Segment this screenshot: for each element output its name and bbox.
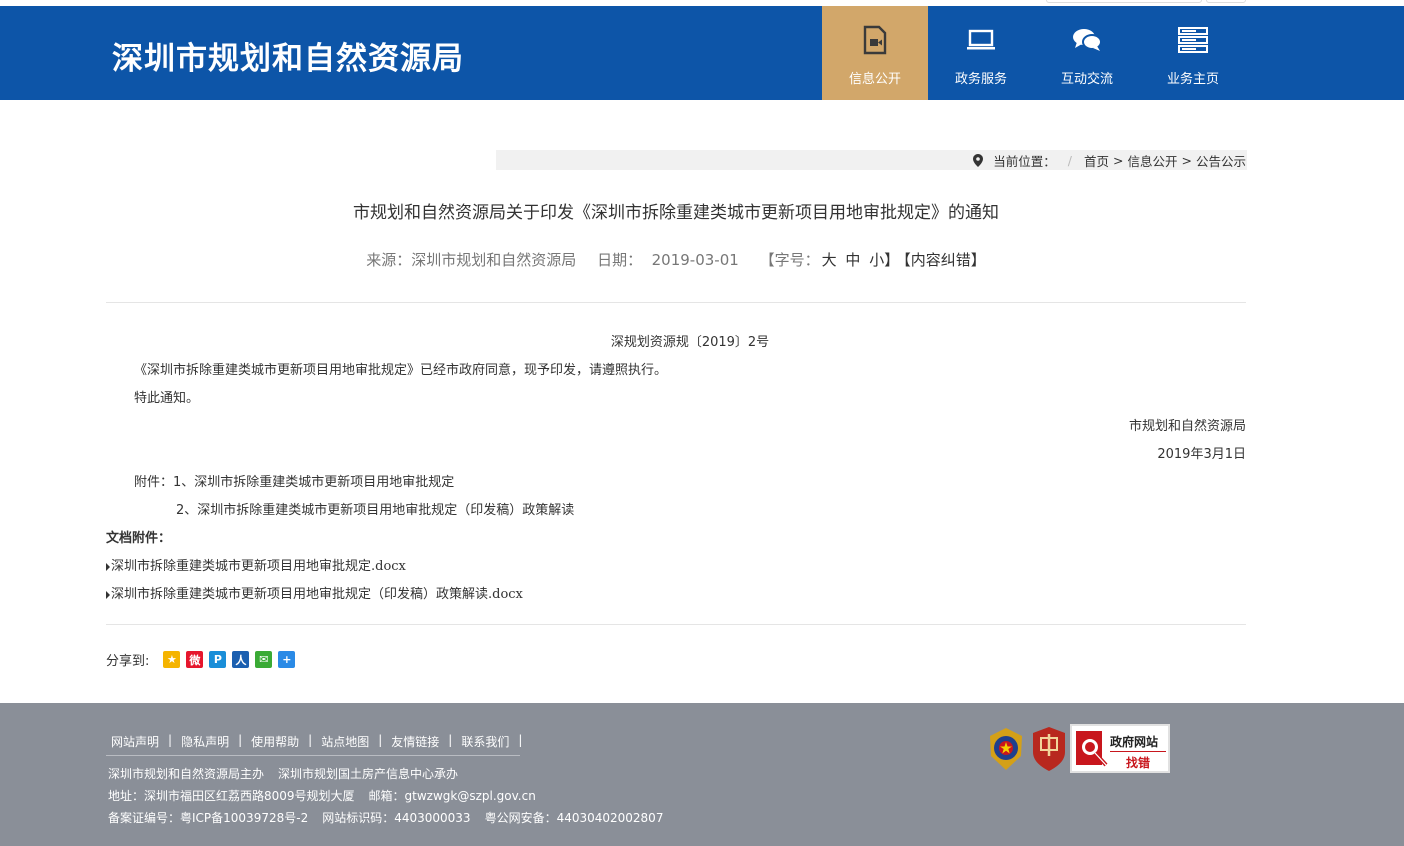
article-meta: 来源：深圳市规划和自然资源局 日期： 2019-03-01 【字号：大 中 小】… bbox=[0, 249, 1352, 270]
footer-link-separator: | bbox=[518, 733, 523, 747]
nav-label: 信息公开 bbox=[848, 72, 901, 87]
signature-org: 市规划和自然资源局 bbox=[1128, 419, 1246, 434]
footer-link[interactable]: 使用帮助 bbox=[246, 733, 304, 750]
magnifier-icon bbox=[1075, 729, 1109, 769]
nav-label: 政务服务 bbox=[954, 72, 1007, 87]
attachment-line: 附件：1、深圳市拆除重建类城市更新项目用地审批规定 bbox=[134, 475, 455, 490]
main-nav: 信息公开 政务服务 互动交流 业务主页 bbox=[822, 6, 1246, 100]
gov-badge-subtitle: 找错 bbox=[1110, 751, 1166, 771]
footer-registration-row: 备案证编号：粤ICP备10039728号-2 网站标识码：4403000033 粤公… bbox=[108, 809, 677, 826]
footer-links: 网站声明 | 隐私声明 | 使用帮助 | 站点地图 | 友情链接 | 联系我们 | bbox=[106, 733, 526, 750]
wechat-icon[interactable]: ✉ bbox=[255, 651, 273, 668]
article-source: 来源：深圳市规划和自然资源局 bbox=[366, 251, 577, 269]
nav-label: 互动交流 bbox=[1060, 72, 1113, 87]
signature-date: 2019年3月1日 bbox=[1157, 447, 1246, 462]
body-paragraph: 《深圳市拆除重建类城市更新项目用地审批规定》已经市政府同意，现予印发，请遵照执行… bbox=[134, 363, 668, 378]
attachment-line: 2、深圳市拆除重建类城市更新项目用地审批规定（印发稿）政策解读 bbox=[176, 503, 575, 518]
file-name[interactable]: 深圳市拆除重建类城市更新项目用地审批规定.docx bbox=[111, 559, 406, 574]
breadcrumb-separator: / bbox=[1067, 152, 1072, 168]
attachment-file-link[interactable]: 深圳市拆除重建类城市更新项目用地审批规定（印发稿）政策解读.docx bbox=[106, 583, 523, 602]
article-date: 日期： 2019-03-01 bbox=[597, 251, 739, 269]
renren-icon[interactable]: 人 bbox=[232, 651, 250, 668]
footer-link-separator: | bbox=[448, 733, 453, 747]
nav-item-info-disclosure[interactable]: 信息公开 bbox=[822, 6, 928, 100]
footer-email: 邮箱：gtwzwgk@szpl.gov.cn bbox=[368, 789, 536, 803]
breadcrumb-home[interactable]: 首页 bbox=[1084, 151, 1109, 170]
qzone-icon[interactable]: ★ bbox=[163, 651, 181, 668]
document-number: 深规划资源规〔2019〕2号 bbox=[610, 335, 770, 350]
share-label: 分享到: bbox=[106, 654, 150, 669]
breadcrumb-info-disclosure[interactable]: 信息公开 bbox=[1127, 151, 1177, 170]
laptop-icon bbox=[964, 23, 998, 57]
breadcrumb-gt: > bbox=[1113, 152, 1124, 168]
footer-link[interactable]: 联系我们 bbox=[456, 733, 514, 750]
article-title: 市规划和自然资源局关于印发《深圳市拆除重建类城市更新项目用地审批规定》的通知 bbox=[353, 203, 999, 223]
footer-link-separator: | bbox=[308, 733, 313, 747]
gov-site-error-report-badge[interactable]: 政府网站 找错 bbox=[1070, 724, 1170, 773]
content-correction-link[interactable]: 【内容纠错】 bbox=[903, 251, 986, 269]
body-paragraph: 特此通知。 bbox=[134, 391, 200, 406]
weibo-icon[interactable]: 微 bbox=[186, 651, 204, 668]
nav-item-gov-services[interactable]: 政务服务 bbox=[928, 6, 1034, 100]
site-title[interactable]: 深圳市规划和自然资源局 bbox=[112, 33, 464, 78]
footer-divider bbox=[106, 755, 520, 756]
attachment-file-link[interactable]: 深圳市拆除重建类城市更新项目用地审批规定.docx bbox=[106, 555, 406, 574]
top-search-box[interactable] bbox=[1046, 0, 1202, 3]
footer-address: 地址：深圳市福田区红荔西路8009号规划大厦 bbox=[108, 789, 355, 803]
share-bar: 分享到: ★ 微 P 人 ✉ + bbox=[106, 650, 301, 669]
gov-badge-title: 政府网站 bbox=[1110, 735, 1159, 749]
footer-host: 深圳市规划和自然资源局主办 bbox=[108, 767, 265, 781]
server-rack-icon bbox=[1176, 23, 1210, 57]
footer-link[interactable]: 隐私声明 bbox=[176, 733, 234, 750]
chat-bubbles-icon bbox=[1070, 23, 1104, 57]
footer-icp[interactable]: 备案证编号：粤ICP备10039728号-2 bbox=[108, 811, 308, 825]
document-video-icon bbox=[858, 23, 892, 57]
footer-host-row: 深圳市规划和自然资源局主办 深圳市规划国土房产信息中心承办 bbox=[108, 765, 472, 782]
footer-link[interactable]: 站点地图 bbox=[316, 733, 374, 750]
breadcrumb: 当前位置： / 首页 > 信息公开 > 公告公示 bbox=[496, 150, 1247, 170]
bullet-triangle-icon bbox=[106, 562, 110, 571]
breadcrumb-gt: > bbox=[1181, 152, 1192, 168]
footer-link[interactable]: 网站声明 bbox=[106, 733, 164, 750]
site-header: 深圳市规划和自然资源局 信息公开 政务服务 互动交流 业务主页 bbox=[0, 6, 1404, 100]
footer-link-separator: | bbox=[168, 733, 173, 747]
site-footer: 网站声明 | 隐私声明 | 使用帮助 | 站点地图 | 友情链接 | 联系我们 | 深圳市规划和自然资… bbox=[0, 703, 1404, 846]
top-search-button[interactable] bbox=[1206, 0, 1246, 3]
footer-police-record[interactable]: 粤公网安备：44030402002807 bbox=[485, 811, 664, 825]
divider bbox=[106, 302, 1246, 303]
share-icons: ★ 微 P 人 ✉ + bbox=[163, 651, 301, 668]
font-size-medium-button[interactable]: 中 bbox=[845, 251, 860, 269]
footer-link-separator: | bbox=[378, 733, 383, 747]
bullet-triangle-icon bbox=[106, 590, 110, 599]
footer-address-row: 地址：深圳市福田区红荔西路8009号规划大厦 邮箱：gtwzwgk@szpl.go… bbox=[108, 787, 550, 804]
nav-item-business-home[interactable]: 业务主页 bbox=[1140, 6, 1246, 100]
footer-link[interactable]: 友情链接 bbox=[386, 733, 444, 750]
document-attachments-heading: 文档附件： bbox=[106, 531, 172, 546]
police-emblem-icon[interactable] bbox=[985, 726, 1027, 772]
breadcrumb-prefix: 当前位置： bbox=[993, 153, 1056, 169]
font-size-label: 【字号： bbox=[759, 251, 820, 269]
footer-operator: 深圳市规划国土房产信息中心承办 bbox=[278, 767, 459, 781]
tencent-weibo-icon[interactable]: P bbox=[209, 651, 227, 668]
footer-link-separator: | bbox=[238, 733, 243, 747]
font-size-small-button[interactable]: 小】 bbox=[869, 251, 899, 269]
nav-item-interaction[interactable]: 互动交流 bbox=[1034, 6, 1140, 100]
location-pin-icon bbox=[973, 153, 984, 167]
font-size-large-button[interactable]: 大 bbox=[822, 251, 837, 269]
footer-site-id: 网站标识码：4403000033 bbox=[322, 811, 471, 825]
divider bbox=[106, 624, 1246, 625]
nav-label: 业务主页 bbox=[1166, 72, 1219, 87]
file-name[interactable]: 深圳市拆除重建类城市更新项目用地审批规定（印发稿）政策解读.docx bbox=[111, 587, 523, 602]
party-gov-badge-icon[interactable] bbox=[1031, 726, 1067, 772]
breadcrumb-announcements[interactable]: 公告公示 bbox=[1196, 151, 1246, 170]
more-icon[interactable]: + bbox=[278, 651, 296, 668]
